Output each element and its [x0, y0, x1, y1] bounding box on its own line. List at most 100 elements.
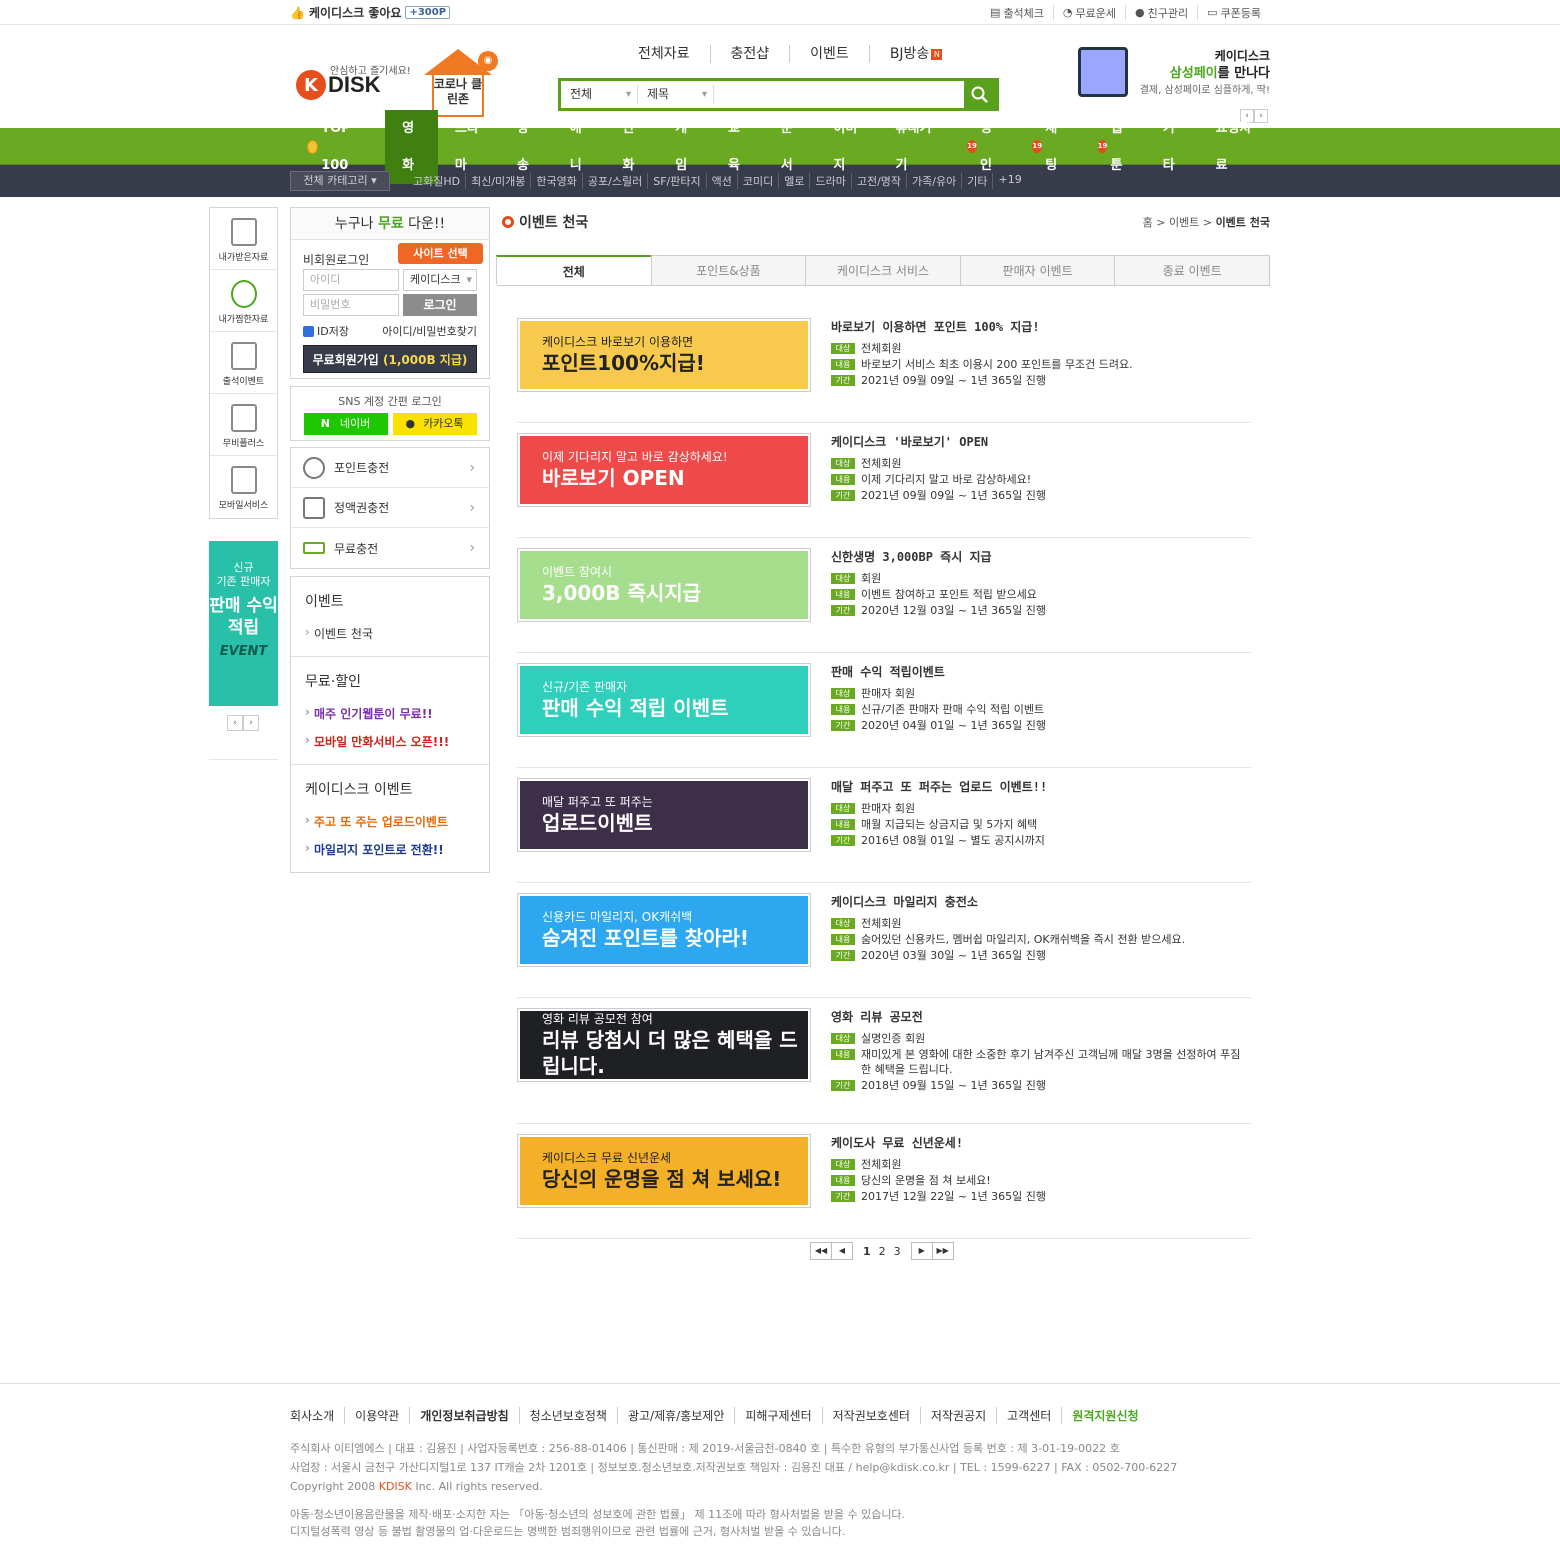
event-title[interactable]: 판매 수익 적립이벤트	[831, 663, 1241, 680]
event-title[interactable]: 케이도사 무료 신년운세!	[831, 1134, 1241, 1151]
event-thumbnail[interactable]: 케이디스크 바로보기 이용하면 포인트100%지급!	[517, 318, 811, 392]
category-link[interactable]: 주고 또 주는 업로드이벤트	[305, 813, 475, 830]
sub-category-item[interactable]: 고전/명작	[850, 173, 906, 189]
quick-mobile[interactable]: 모바일서비스	[210, 456, 277, 518]
nav-event[interactable]: 이벤트	[789, 45, 869, 63]
footer-link[interactable]: 고객센터	[996, 1407, 1061, 1424]
event-thumbnail[interactable]: 이제 기다리지 말고 바로 감상하세요! 바로보기 OPEN	[517, 433, 811, 507]
save-id-checkbox[interactable]: ID저장	[303, 323, 349, 339]
quick-downloads[interactable]: 내가받은자료	[210, 208, 277, 270]
quick-attendance[interactable]: 출석이벤트	[210, 332, 277, 394]
footer-link[interactable]: 청소년보호정책	[518, 1407, 617, 1424]
id-field[interactable]: 아이디	[303, 269, 399, 291]
password-field[interactable]: 비밀번호	[303, 294, 399, 316]
friends-link[interactable]: ● 친구관리	[1125, 4, 1197, 21]
footer-link[interactable]: 이용약관	[344, 1407, 409, 1424]
category-link[interactable]: 마일리지 포인트로 전환!!	[305, 841, 475, 858]
footer-link[interactable]: 광고/제휴/홍보제안	[616, 1407, 734, 1424]
free-charge-item[interactable]: 무료충전	[291, 528, 489, 568]
first-page-icon[interactable]: ◀◀	[810, 1242, 832, 1260]
event-title[interactable]: 영화 리뷰 공모전	[831, 1008, 1241, 1025]
event-tab[interactable]: 케이디스크 서비스	[805, 255, 961, 285]
sub-category-item[interactable]: 멜로	[778, 173, 809, 189]
event-item[interactable]: 신용카드 마일리지, OK캐쉬백 숨겨진 포인트를 찾아라! 케이디스크 마일리지 …	[517, 883, 1251, 998]
breadcrumb-home[interactable]: 홈	[1143, 216, 1153, 229]
nav-bj[interactable]: BJ방송 N	[868, 45, 963, 63]
category-link[interactable]: 모바일 만화서비스 오픈!!!	[305, 733, 475, 750]
sub-category-item[interactable]: +19	[992, 173, 1026, 189]
pass-charge-item[interactable]: 정액권충전	[291, 488, 489, 528]
event-item[interactable]: 매달 퍼주고 또 퍼주는 업로드이벤트 매달 퍼주고 또 퍼주는 업로드 이벤트!!…	[517, 768, 1251, 883]
attendance-link[interactable]: ▤ 출석체크	[981, 5, 1053, 21]
footer-link[interactable]: 피해구제센터	[734, 1407, 821, 1424]
event-tab[interactable]: 판매자 이벤트	[959, 255, 1116, 285]
breadcrumb-event[interactable]: 이벤트	[1169, 216, 1199, 229]
event-thumbnail[interactable]: 케이디스크 무료 신년운세 당신의 운명을 점 쳐 보세요!	[517, 1134, 811, 1208]
site-select-button[interactable]: 사이트 선택	[398, 243, 483, 264]
facebook-like[interactable]: 👍 케이디스크 좋아요 +300P	[290, 4, 451, 21]
footer-link[interactable]: 원격지원신청	[1061, 1407, 1148, 1424]
sub-category-item[interactable]: 공포/스릴러	[581, 173, 647, 189]
event-tab[interactable]: 포인트&상품	[650, 255, 807, 285]
event-thumbnail[interactable]: 영화 리뷰 공모전 참여 리뷰 당첨시 더 많은 혜택을 드립니다.	[517, 1008, 811, 1082]
sub-category-item[interactable]: 코미디	[736, 173, 778, 189]
event-tab[interactable]: 종료 이벤트	[1114, 255, 1270, 285]
event-item[interactable]: 케이디스크 바로보기 이용하면 포인트100%지급! 바로보기 이용하면 포인트 1…	[517, 308, 1251, 423]
event-thumbnail[interactable]: 이벤트 참여시 3,000B 즉시지급	[517, 548, 811, 622]
sub-category-item[interactable]: 고화질HD	[408, 173, 465, 189]
footer-link[interactable]: 저작권보호센터	[821, 1407, 920, 1424]
category-link[interactable]: 매주 인기웹툰이 무료!!	[305, 705, 475, 722]
event-item[interactable]: 케이디스크 무료 신년운세 당신의 운명을 점 쳐 보세요! 케이도사 무료 신년운…	[517, 1124, 1251, 1239]
event-title[interactable]: 신한생명 3,000BP 즉시 지급	[831, 548, 1241, 565]
page-number[interactable]: 2	[875, 1245, 890, 1258]
nav-shop[interactable]: 충전샵	[709, 45, 790, 63]
search-category-select[interactable]: 전체	[561, 81, 637, 108]
page-number[interactable]: 1	[859, 1245, 875, 1258]
event-tab[interactable]: 전체	[496, 255, 652, 285]
sub-category-item[interactable]: 기타	[961, 173, 992, 189]
event-item[interactable]: 신규/기존 판매자 판매 수익 적립 이벤트 판매 수익 적립이벤트 대상 판매자 회원…	[517, 653, 1251, 768]
quick-movieplus[interactable]: 무비플러스	[210, 394, 277, 456]
quick-favorites[interactable]: 내가찜한자료	[210, 270, 277, 332]
naver-login-button[interactable]: N 네이버	[303, 413, 388, 435]
event-item[interactable]: 이벤트 참여시 3,000B 즉시지급 신한생명 3,000BP 즉시 지급 대상 회원…	[517, 538, 1251, 653]
sub-category-item[interactable]: 드라마	[809, 173, 850, 189]
category-select[interactable]: 전체 카테고리 ▾	[290, 171, 390, 191]
prev-page-icon[interactable]: ◀	[831, 1242, 853, 1260]
search-field-select[interactable]: 제목	[637, 85, 713, 104]
login-button[interactable]: 로그인	[403, 294, 477, 316]
last-page-icon[interactable]: ▶▶	[931, 1242, 954, 1260]
event-thumbnail[interactable]: 신규/기존 판매자 판매 수익 적립 이벤트	[517, 663, 811, 737]
samsung-pay-promo[interactable]: 케이디스크 삼성페이를 만나다 결제, 삼성페이로 심플하게, 딱!	[1078, 45, 1270, 103]
fortune-link[interactable]: ◔ 무료운세	[1052, 4, 1125, 21]
seller-event-banner[interactable]: 신규 기존 판매자 판매 수익 적립 EVENT	[209, 541, 278, 760]
event-item[interactable]: 영화 리뷰 공모전 참여 리뷰 당첨시 더 많은 혜택을 드립니다. 영화 리뷰 공…	[517, 998, 1251, 1124]
page-number[interactable]: 3	[890, 1245, 905, 1258]
event-title[interactable]: 매달 퍼주고 또 퍼주는 업로드 이벤트!!	[831, 778, 1241, 795]
sub-category-item[interactable]: 액션	[705, 173, 737, 189]
event-item[interactable]: 이제 기다리지 말고 바로 감상하세요! 바로보기 OPEN 케이디스크 '바로보기…	[517, 423, 1251, 538]
prev-arrow-icon[interactable]: ‹	[227, 715, 243, 731]
next-page-icon[interactable]: ▶	[910, 1242, 933, 1260]
event-thumbnail[interactable]: 신용카드 마일리지, OK캐쉬백 숨겨진 포인트를 찾아라!	[517, 893, 811, 967]
coupon-link[interactable]: ▭ 쿠폰등록	[1197, 4, 1270, 21]
next-arrow-icon[interactable]: ›	[243, 715, 259, 731]
event-title[interactable]: 바로보기 이용하면 포인트 100% 지급!	[831, 318, 1241, 335]
nav-all[interactable]: 전체자료	[618, 45, 710, 63]
category-link[interactable]: 이벤트 천국	[305, 625, 475, 642]
find-account-link[interactable]: 아이디/비밀번호찾기	[382, 323, 477, 339]
event-title[interactable]: 케이디스크 마일리지 충전소	[831, 893, 1241, 910]
event-thumbnail[interactable]: 매달 퍼주고 또 퍼주는 업로드이벤트	[517, 778, 811, 852]
footer-link[interactable]: 회사소개	[290, 1407, 344, 1424]
sub-category-item[interactable]: 최신/미개봉	[465, 173, 530, 189]
footer-link[interactable]: 개인정보취급방침	[409, 1407, 518, 1424]
footer-link[interactable]: 저작권공지	[919, 1407, 996, 1424]
sub-category-item[interactable]: SF/판타지	[647, 173, 705, 189]
sub-category-item[interactable]: 가족/유아	[906, 173, 961, 189]
search-button[interactable]	[964, 81, 996, 108]
sub-category-item[interactable]: 한국영화	[530, 173, 581, 189]
event-title[interactable]: 케이디스크 '바로보기' OPEN	[831, 433, 1241, 450]
site-select[interactable]: 케이디스크 ▾	[403, 269, 477, 291]
point-charge-item[interactable]: 포인트충전	[291, 448, 489, 488]
kdisk-logo[interactable]: 안심하고 즐기세요! K DISK	[296, 66, 411, 100]
